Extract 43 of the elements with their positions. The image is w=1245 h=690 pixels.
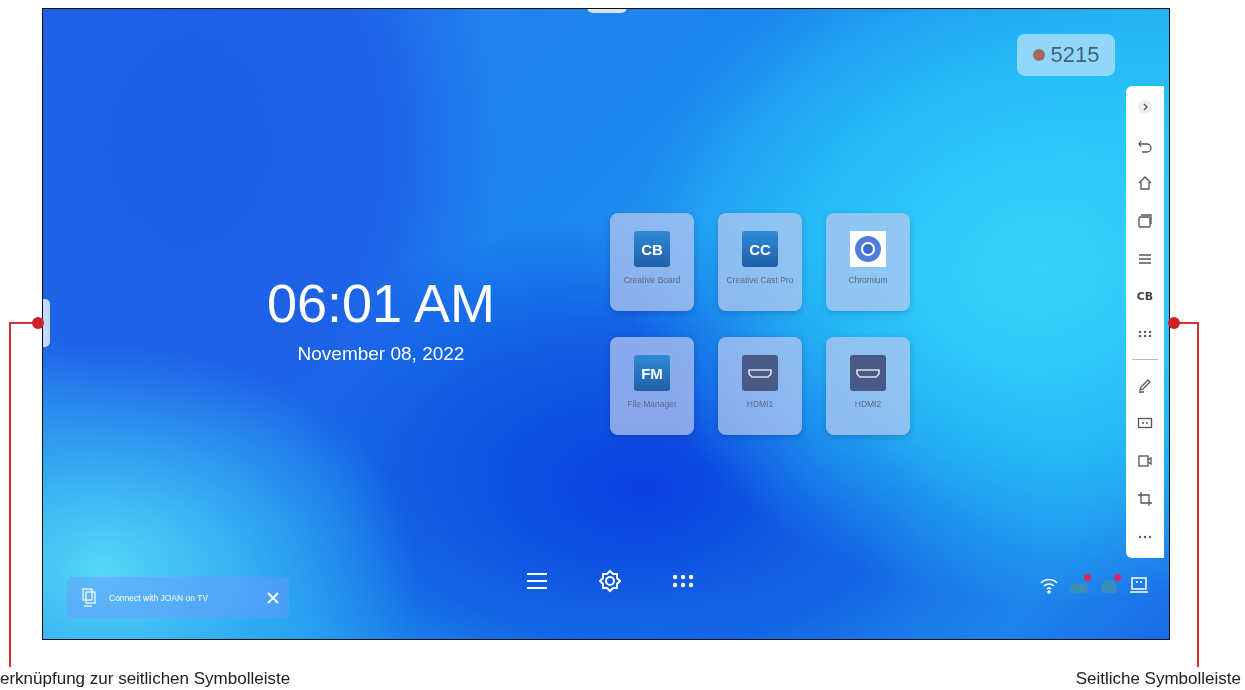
app-label: Creative Cast Pro bbox=[725, 275, 795, 285]
settings-button[interactable] bbox=[596, 567, 624, 595]
app-tile[interactable]: HDMI1 bbox=[718, 337, 802, 435]
settings-icon bbox=[598, 569, 622, 593]
app-tile[interactable]: HDMI2 bbox=[826, 337, 910, 435]
close-icon bbox=[267, 591, 279, 604]
clock-time: 06:01 AM bbox=[266, 272, 496, 335]
app-tile[interactable]: FM File Manager bbox=[610, 337, 694, 435]
app-logo-icon: CC bbox=[742, 231, 778, 267]
network-status-icon[interactable] bbox=[1127, 574, 1151, 596]
pen-icon bbox=[1137, 377, 1153, 394]
hdmi-port-icon bbox=[742, 355, 778, 391]
sidebar-shortcut-tab[interactable] bbox=[43, 299, 50, 347]
app-logo-icon: CB bbox=[634, 231, 670, 267]
counter-value: 5215 bbox=[1050, 42, 1100, 68]
home-icon bbox=[1137, 174, 1153, 191]
callout-label: erknüpfung zur seitlichen Symbolleiste bbox=[0, 669, 291, 689]
app-tile[interactable]: CC Creative Cast Pro bbox=[718, 213, 802, 311]
browser-icon bbox=[850, 231, 886, 267]
alert-badge bbox=[1084, 574, 1091, 581]
record-icon bbox=[1137, 453, 1153, 470]
app-label: Creative Board bbox=[622, 275, 682, 285]
app-label: HDMI2 bbox=[853, 399, 883, 409]
alert-badge bbox=[1114, 574, 1121, 581]
toast-message: Connect with JOAN on TV bbox=[109, 592, 210, 603]
hdmi-port-icon bbox=[850, 355, 886, 391]
collapse-icon bbox=[1137, 99, 1153, 115]
app-label: HDMI1 bbox=[745, 399, 775, 409]
crop-icon bbox=[1137, 490, 1153, 507]
apps-icon bbox=[1137, 330, 1153, 339]
more-icon bbox=[1137, 534, 1153, 539]
dot-icon bbox=[1032, 49, 1045, 61]
app-label: Chromium bbox=[847, 275, 889, 285]
app-label: File Manager bbox=[626, 399, 678, 409]
app-logo-icon: FM bbox=[634, 355, 670, 391]
close-button[interactable] bbox=[267, 591, 279, 604]
app-tile[interactable]: CB Creative Board bbox=[610, 213, 694, 311]
app-icon bbox=[81, 587, 97, 608]
clock-date: November 08, 2022 bbox=[297, 343, 465, 365]
app-tile[interactable]: Chromium bbox=[826, 213, 910, 311]
creative-board-button[interactable]: CB bbox=[1132, 283, 1158, 310]
windows-icon bbox=[1137, 212, 1153, 229]
callout-label: Seitliche Symbolleiste bbox=[1075, 669, 1241, 689]
